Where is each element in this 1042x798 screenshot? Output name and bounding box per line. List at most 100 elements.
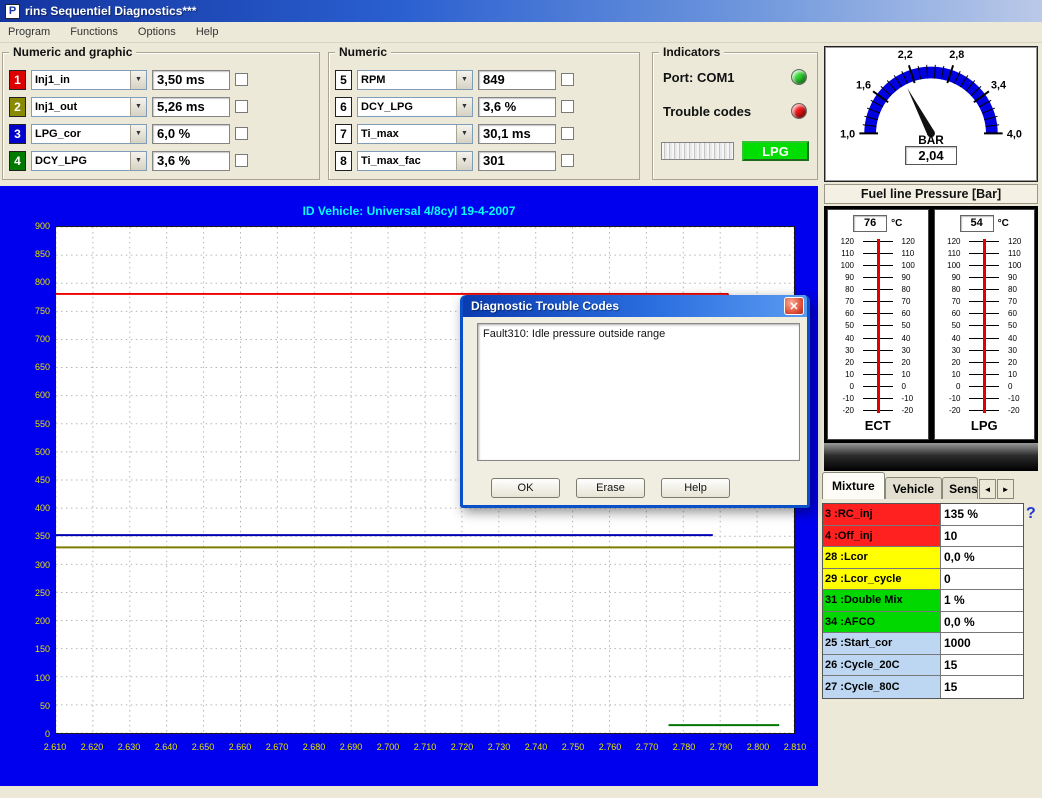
mercury-column [983,239,986,413]
port-row: Port: COM1 [663,69,807,85]
channel-3-value: 6,0 % [152,124,230,144]
chevron-down-icon[interactable]: ▼ [456,125,472,143]
help-icon[interactable]: ? [1026,505,1036,523]
channel-7-checkbox[interactable] [561,127,574,140]
param-name-cell: 29 :Lcor_cycle [823,569,941,590]
y-tick-label: 650 [0,362,50,372]
fuel-selector-row: LPG [661,141,809,161]
trouble-codes-led [791,103,807,119]
param-name-cell: 27 :Cycle_80C [823,676,941,698]
chevron-down-icon[interactable]: ▼ [456,98,472,116]
channel-6-param-select[interactable]: DCY_LPG ▼ [357,97,473,117]
param-value-cell: 10 [941,526,1023,547]
panel-divider [824,443,1038,471]
param-value-cell: 0,0 % [941,547,1023,568]
channel-row-7: 7 Ti_max ▼ 30,1 ms [329,120,639,147]
y-tick-label: 200 [0,616,50,626]
help-button[interactable]: Help [661,478,730,498]
channel-5-value: 849 [478,70,556,90]
tab-vehicle[interactable]: Vehicle [885,477,942,499]
chevron-down-icon[interactable]: ▼ [130,125,146,143]
channel-row-2: 2 Inj1_out ▼ 5,26 ms [3,93,319,120]
svg-text:3,4: 3,4 [991,79,1006,91]
application-window: P rins Sequentiel Diagnostics*** Program… [0,0,1042,798]
table-row[interactable]: 28 :Lcor 0,0 % [823,547,1023,569]
lpg-button[interactable]: LPG [742,141,809,161]
tab-scroll-left-icon[interactable]: ◄ [979,479,996,499]
param-name-cell: 31 :Double Mix [823,590,941,611]
chevron-down-icon[interactable]: ▼ [456,71,472,89]
table-row[interactable]: 27 :Cycle_80C 15 [823,676,1023,698]
param-value-cell: 0,0 % [941,612,1023,633]
param-name-cell: 26 :Cycle_20C [823,655,941,676]
dialog-title-bar[interactable]: Diagnostic Trouble Codes ✕ [463,295,807,317]
trouble-codes-list[interactable]: Fault310: Idle pressure outside range [477,323,800,461]
chevron-down-icon[interactable]: ▼ [456,152,472,170]
tab-sensors[interactable]: Sensors [942,477,978,499]
channel-5-param-label: RPM [358,74,456,86]
title-bar[interactable]: P rins Sequentiel Diagnostics*** [0,0,1042,22]
table-row[interactable]: 3 :RC_inj 135 % [823,504,1023,526]
close-icon[interactable]: ✕ [784,297,804,315]
channel-8-checkbox[interactable] [561,154,574,167]
channel-2-value: 5,26 ms [152,97,230,117]
lpg-header: 54 °C [937,212,1033,234]
channel-6-param-label: DCY_LPG [358,101,456,113]
channel-4-value: 3,6 % [152,151,230,171]
channel-1-param-select[interactable]: Inj1_in ▼ [31,70,147,90]
mercury-column [877,239,880,413]
y-tick-label: 50 [0,701,50,711]
chevron-down-icon[interactable]: ▼ [130,98,146,116]
channel-1-param-label: Inj1_in [32,74,130,86]
channel-6-value: 3,6 % [478,97,556,117]
menu-item-help[interactable]: Help [196,26,219,38]
tab-scroll-right-icon[interactable]: ► [997,479,1014,499]
trouble-codes-label: Trouble codes [663,104,751,119]
channel-5-param-select[interactable]: RPM ▼ [357,70,473,90]
table-row[interactable]: 29 :Lcor_cycle 0 [823,569,1023,591]
table-row[interactable]: 26 :Cycle_20C 15 [823,655,1023,677]
lpg-scale: 120 120 110 110 100 [937,234,1033,418]
y-tick-label: 500 [0,447,50,457]
table-row[interactable]: 31 :Double Mix 1 % [823,590,1023,612]
ok-button[interactable]: OK [491,478,560,498]
ect-label: ECT [830,418,926,437]
channel-row-4: 4 DCY_LPG ▼ 3,6 % [3,147,319,174]
chart-x-axis: 2.610 2.620 2.630 2.640 2.650 2.660 2.67… [55,742,795,752]
tab-mixture[interactable]: Mixture [822,472,885,499]
channel-2-checkbox[interactable] [235,100,248,113]
chevron-down-icon[interactable]: ▼ [130,152,146,170]
channel-8-value: 301 [478,151,556,171]
menu-item-program[interactable]: Program [8,26,50,38]
channel-3-checkbox[interactable] [235,127,248,140]
channel-4-checkbox[interactable] [235,154,248,167]
channel-4-param-select[interactable]: DCY_LPG ▼ [31,151,147,171]
group-title: Numeric [335,45,391,59]
menu-item-functions[interactable]: Functions [70,26,118,38]
svg-text:1,0: 1,0 [840,128,855,140]
window-title: rins Sequentiel Diagnostics*** [25,4,196,18]
table-row[interactable]: 25 :Start_cor 1000 [823,633,1023,655]
table-row[interactable]: 34 :AFCO 0,0 % [823,612,1023,634]
channel-6-number: 6 [335,97,352,117]
y-tick-label: 600 [0,390,50,400]
channel-4-color-box: 4 [9,151,26,171]
channel-6-checkbox[interactable] [561,100,574,113]
erase-button[interactable]: Erase [576,478,645,498]
channel-7-param-select[interactable]: Ti_max ▼ [357,124,473,144]
svg-text:4,0: 4,0 [1007,128,1022,140]
chevron-down-icon[interactable]: ▼ [130,71,146,89]
port-label: Port: COM1 [663,70,735,85]
channel-5-checkbox[interactable] [561,73,574,86]
channel-8-param-select[interactable]: Ti_max_fac ▼ [357,151,473,171]
channel-3-param-select[interactable]: LPG_cor ▼ [31,124,147,144]
param-value-cell: 1000 [941,633,1023,654]
channel-7-number: 7 [335,124,352,144]
table-row[interactable]: 4 :Off_inj 10 [823,526,1023,548]
channel-1-checkbox[interactable] [235,73,248,86]
channel-row-1: 1 Inj1_in ▼ 3,50 ms [3,66,319,93]
svg-text:BAR: BAR [918,134,944,145]
channel-2-param-select[interactable]: Inj1_out ▼ [31,97,147,117]
menu-item-options[interactable]: Options [138,26,176,38]
app-icon: P [5,4,20,19]
